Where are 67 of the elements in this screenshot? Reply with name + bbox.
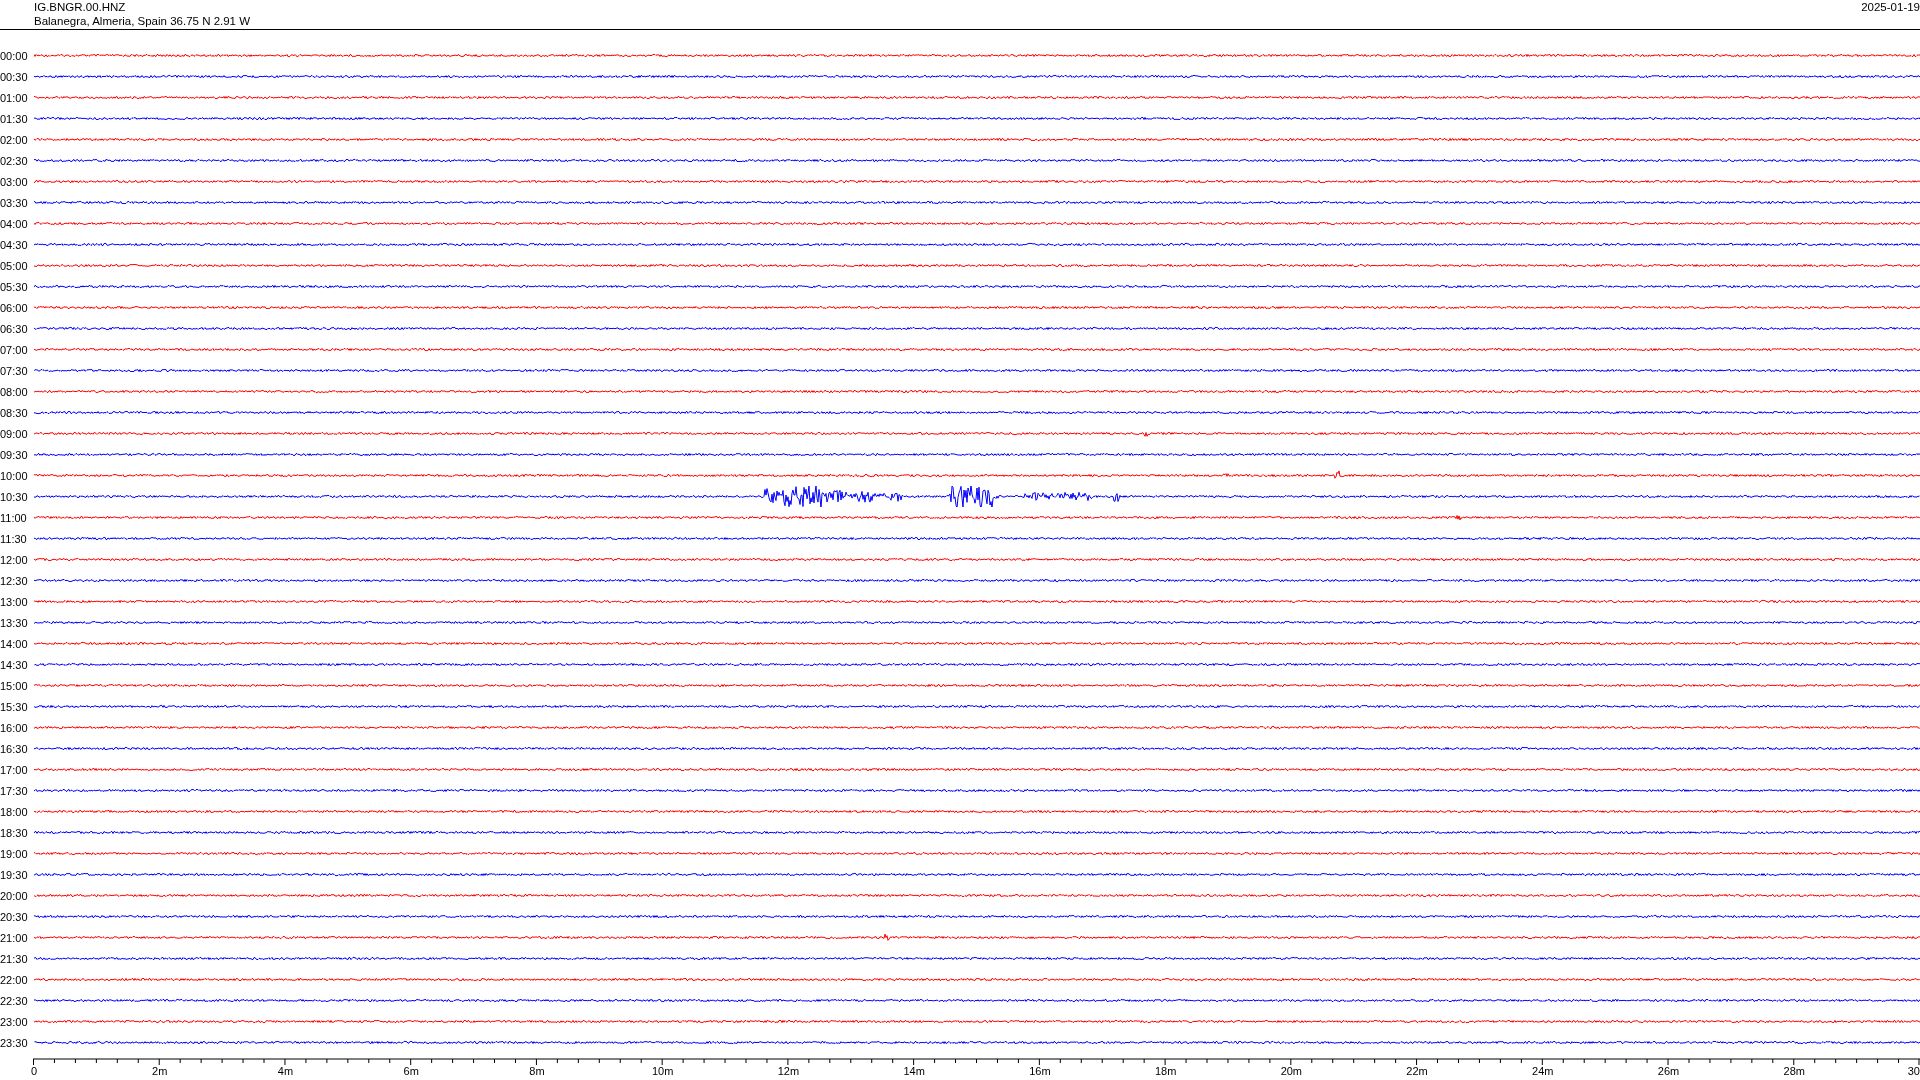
- hour-label: 12:30: [0, 574, 29, 587]
- hour-label: 04:30: [0, 238, 29, 251]
- hour-label: 07:30: [0, 364, 29, 377]
- hour-label: 03:00: [0, 175, 29, 188]
- hour-label: 22:30: [0, 994, 29, 1007]
- hour-label: 20:30: [0, 910, 29, 923]
- hour-label: 17:30: [0, 784, 29, 797]
- axis-label: 12m: [777, 1065, 800, 1077]
- hour-label: 20:00: [0, 889, 29, 902]
- hour-label: 15:30: [0, 700, 29, 713]
- hour-label: 23:30: [0, 1036, 29, 1049]
- hour-label: 10:30: [0, 490, 29, 503]
- station-location: Balanegra, Almeria, Spain 36.75 N 2.91 W: [34, 14, 251, 28]
- hour-label: 13:00: [0, 595, 29, 608]
- hour-label: 04:00: [0, 217, 29, 230]
- hour-label: 19:00: [0, 847, 29, 860]
- axis-label: 10m: [651, 1065, 674, 1077]
- hour-label: 02:00: [0, 133, 29, 146]
- station-code: IG.BNGR.00.HNZ: [34, 0, 127, 14]
- hour-label: 11:30: [0, 532, 28, 545]
- hour-label: 08:30: [0, 406, 29, 419]
- hour-label: 21:30: [0, 952, 29, 965]
- hour-label: 08:00: [0, 385, 29, 398]
- axis-label: 8m: [529, 1065, 545, 1077]
- hour-label: 18:30: [0, 826, 29, 839]
- axis-label: 6m: [403, 1065, 419, 1077]
- hour-label: 17:00: [0, 763, 29, 776]
- hour-label: 01:00: [0, 91, 29, 104]
- hour-label: 23:00: [0, 1015, 29, 1028]
- axis-label: 30: [1907, 1065, 1920, 1077]
- hour-label: 21:00: [0, 931, 29, 944]
- hour-label: 00:30: [0, 70, 29, 83]
- hour-label: 16:00: [0, 721, 29, 734]
- axis-label: 16m: [1029, 1065, 1051, 1077]
- hour-label: 11:00: [0, 511, 28, 524]
- axis-label: 14m: [903, 1065, 925, 1077]
- hour-label: 14:30: [0, 658, 29, 671]
- hour-label: 12:00: [0, 553, 29, 566]
- axis-label: 26m: [1657, 1065, 1680, 1077]
- axis-label: 18m: [1154, 1065, 1177, 1077]
- axis-label: 0: [30, 1065, 38, 1077]
- hour-label: 19:30: [0, 868, 29, 881]
- hour-label: 22:00: [0, 973, 29, 986]
- hour-label: 05:30: [0, 280, 29, 293]
- axis-label: 4m: [277, 1065, 294, 1077]
- hour-label: 09:30: [0, 448, 29, 461]
- hour-label: 07:00: [0, 343, 29, 356]
- record-date: 2025-01-19: [1861, 0, 1920, 15]
- hour-label: 16:30: [0, 742, 29, 755]
- hour-label: 10:00: [0, 469, 29, 482]
- axis-label: 2m: [152, 1065, 168, 1077]
- hour-label: 15:00: [0, 679, 29, 692]
- hour-label: 05:00: [0, 259, 29, 272]
- hour-label: 18:00: [0, 805, 29, 818]
- axis-label: 20m: [1280, 1065, 1303, 1077]
- hour-label: 09:00: [0, 427, 29, 440]
- axis-label: 28m: [1783, 1065, 1805, 1077]
- axis-label: 22m: [1406, 1065, 1428, 1077]
- hour-label: 01:30: [0, 112, 29, 125]
- hour-label: 02:30: [0, 154, 29, 167]
- axis-label: 24m: [1532, 1065, 1554, 1077]
- hour-label: 00:00: [0, 49, 29, 62]
- hour-label: 06:00: [0, 301, 29, 314]
- hour-label: 06:30: [0, 322, 29, 335]
- hour-label: 14:00: [0, 637, 29, 650]
- hour-label: 13:30: [0, 616, 29, 629]
- hour-label: 03:30: [0, 196, 29, 209]
